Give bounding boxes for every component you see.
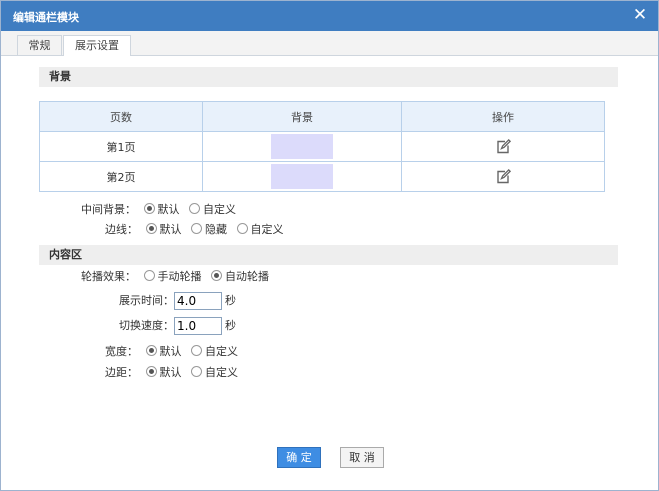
display-time-label: 展示时间： [119,294,174,307]
edit-icon[interactable] [495,138,512,155]
border-default-label[interactable]: 默认 [160,223,182,236]
margin-row: 边距： 默认 自定义 [105,364,240,382]
section-background-header: 背景 [39,67,618,87]
border-hidden-radio[interactable] [191,223,202,234]
ok-button[interactable]: 确 定 [277,447,321,468]
page-cell: 第2页 [39,161,203,192]
width-row: 宽度： 默认 自定义 [105,343,240,361]
column-header-page: 页数 [39,101,203,132]
middle-background-default-label[interactable]: 默认 [158,203,180,216]
middle-background-custom-label[interactable]: 自定义 [203,203,236,216]
carousel-row: 轮播效果： 手动轮播 自动轮播 [81,268,271,286]
border-hidden-label[interactable]: 隐藏 [205,223,227,236]
background-cell [202,161,402,192]
tab-general[interactable]: 常规 [17,35,62,55]
edit-module-dialog: 编辑通栏模块 ✕ 常规 展示设置 背景 页数 背景 操作 第1页 第2页 中间背… [0,0,659,491]
carousel-label: 轮播效果： [81,270,136,283]
display-time-unit: 秒 [225,294,236,307]
margin-label: 边距： [105,366,138,379]
tab-display-settings[interactable]: 展示设置 [63,35,131,56]
width-default-label[interactable]: 默认 [160,345,182,358]
switch-speed-row: 切换速度： 秒 [119,317,236,335]
switch-speed-input[interactable] [174,317,222,335]
close-icon[interactable]: ✕ [630,5,650,25]
width-default-radio[interactable] [145,345,157,356]
border-label: 边线： [105,223,138,236]
background-cell [202,131,402,162]
background-table: 页数 背景 操作 第1页 第2页 [39,101,605,192]
margin-default-label[interactable]: 默认 [160,366,182,379]
section-content-header: 内容区 [39,245,618,265]
column-header-action: 操作 [401,101,605,132]
border-custom-label[interactable]: 自定义 [251,223,284,236]
switch-speed-unit: 秒 [225,319,236,332]
page-cell: 第1页 [39,131,203,162]
table-row: 第1页 [39,131,605,162]
middle-background-custom-radio[interactable] [189,203,200,214]
middle-background-label: 中间背景： [81,203,136,216]
width-custom-label[interactable]: 自定义 [205,345,238,358]
dialog-title: 编辑通栏模块 [13,11,79,24]
dialog-titlebar: 编辑通栏模块 ✕ [1,1,658,31]
margin-default-radio[interactable] [145,366,157,377]
carousel-auto-radio[interactable] [211,270,222,281]
table-header-row: 页数 背景 操作 [39,101,605,132]
carousel-manual-label[interactable]: 手动轮播 [158,270,202,283]
middle-background-default-radio[interactable] [143,203,155,214]
tab-bar: 常规 展示设置 [1,31,658,56]
middle-background-row: 中间背景： 默认 自定义 [81,201,238,219]
carousel-manual-radio[interactable] [143,270,155,281]
border-custom-radio[interactable] [236,223,248,234]
table-row: 第2页 [39,161,605,192]
column-header-background: 背景 [202,101,402,132]
carousel-auto-label[interactable]: 自动轮播 [225,270,269,283]
switch-speed-label: 切换速度： [119,319,174,332]
display-time-row: 展示时间： 秒 [119,292,236,310]
border-row: 边线： 默认 隐藏 自定义 [105,221,286,239]
edit-icon[interactable] [495,168,512,185]
background-swatch[interactable] [271,164,333,189]
action-cell [401,131,605,162]
border-default-radio[interactable] [145,223,157,234]
background-swatch[interactable] [271,134,333,159]
action-cell [401,161,605,192]
margin-custom-label[interactable]: 自定义 [205,366,238,379]
margin-custom-radio[interactable] [191,366,202,377]
cancel-button[interactable]: 取 消 [340,447,384,468]
display-time-input[interactable] [174,292,222,310]
width-label: 宽度： [105,345,138,358]
width-custom-radio[interactable] [191,345,202,356]
